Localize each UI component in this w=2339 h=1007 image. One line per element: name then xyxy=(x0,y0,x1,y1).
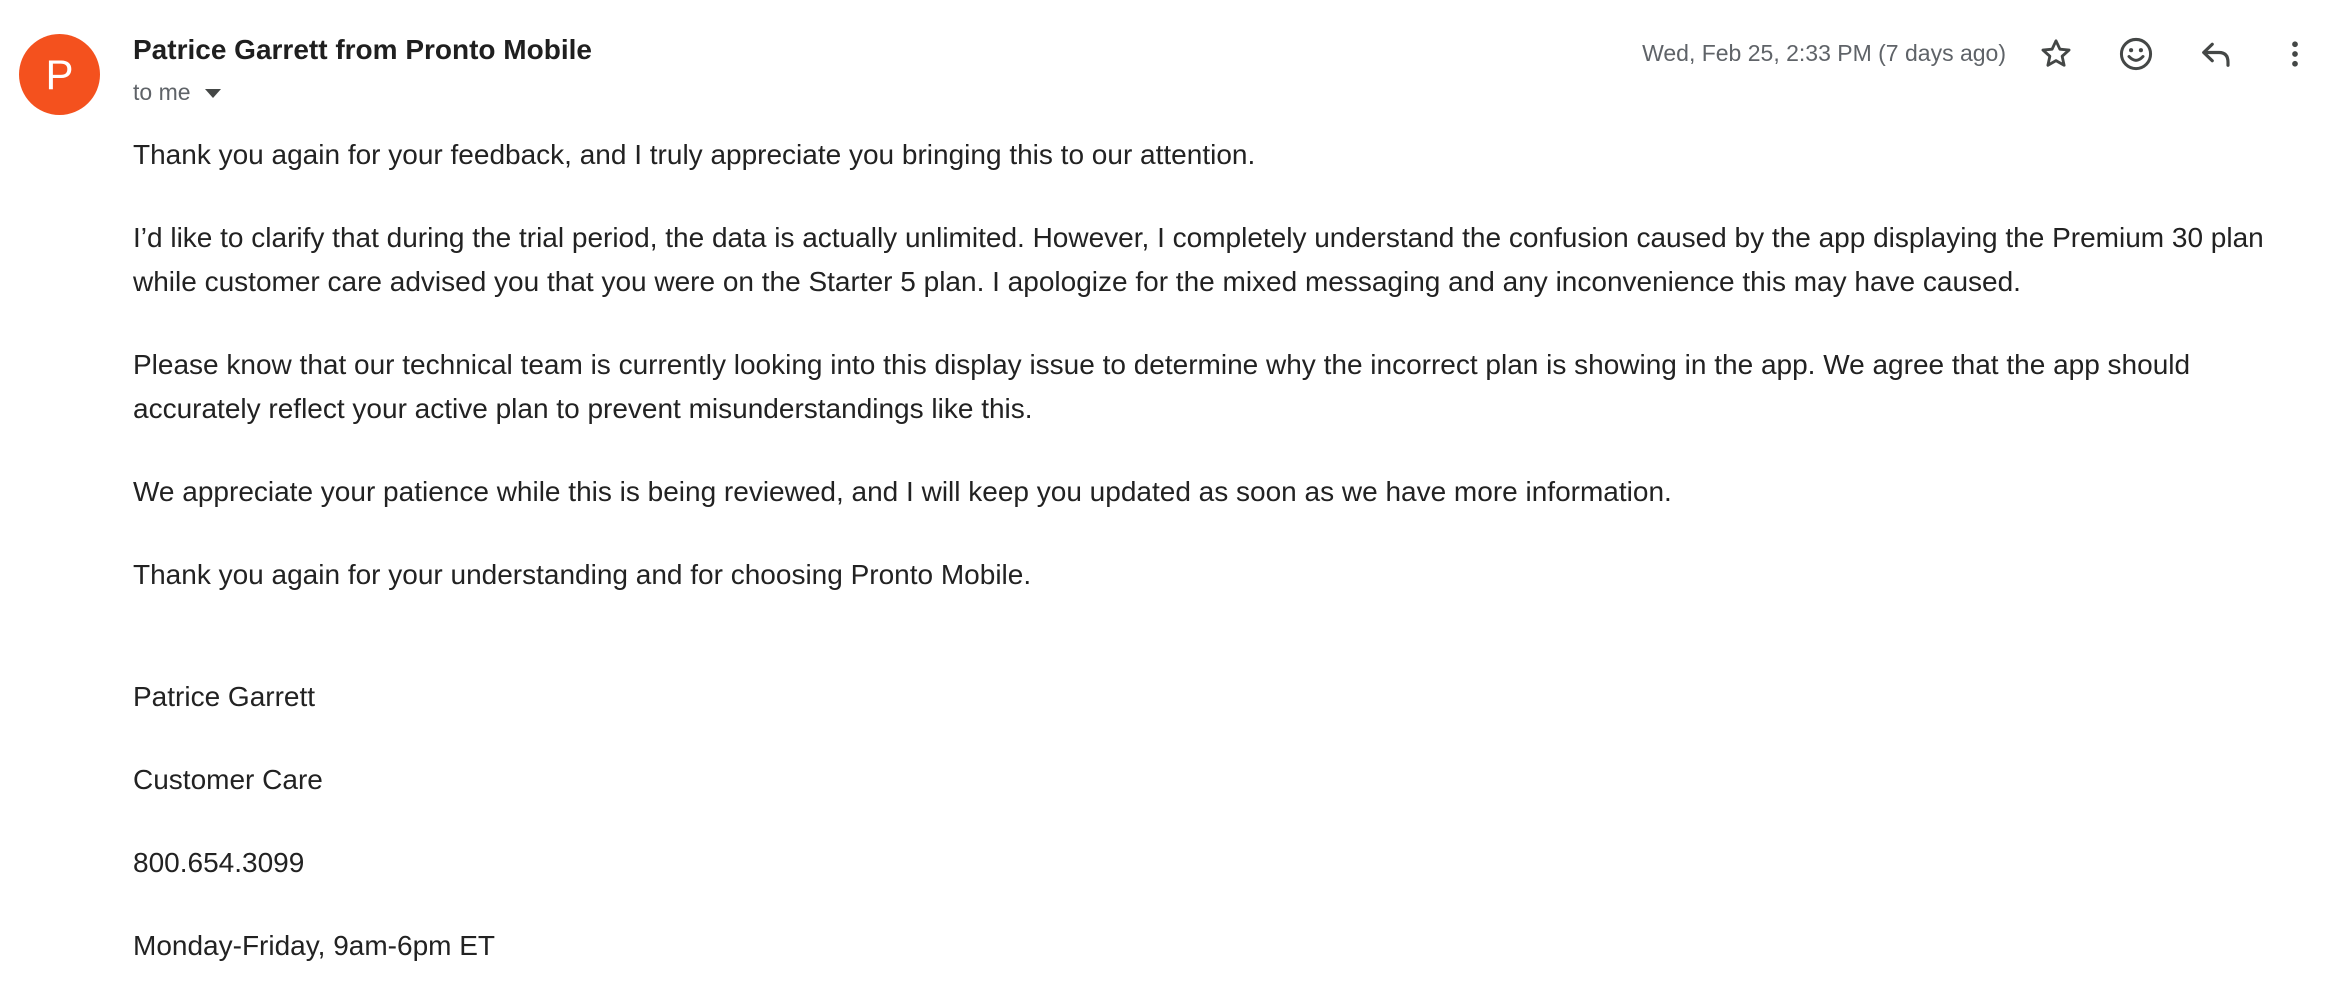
recipient-label: to me xyxy=(133,79,191,105)
body-paragraph: Thank you again for your understanding a… xyxy=(133,559,1032,590)
reply-button[interactable] xyxy=(2194,32,2238,76)
body-paragraph: I’d like to clarify that during the tria… xyxy=(133,222,2264,297)
signature-hours: Monday-Friday, 9am-6pm ET xyxy=(133,930,496,961)
avatar[interactable]: P xyxy=(19,34,100,115)
body-paragraph: Please know that our technical team is c… xyxy=(133,349,2191,424)
sender-name[interactable]: Patrice Garrett from Pronto Mobile xyxy=(133,34,592,66)
signature-name: Patrice Garrett xyxy=(133,681,316,712)
recipient-details-toggle[interactable]: to me xyxy=(133,79,221,106)
star-icon xyxy=(2041,39,2071,67)
emoji-reaction-icon xyxy=(2119,37,2153,71)
star-button[interactable] xyxy=(2034,32,2078,76)
email-signature: Patrice Garrett Customer Care 800.654.30… xyxy=(133,675,2319,968)
signature-department: Customer Care xyxy=(133,764,323,795)
signature-phone: 800.654.3099 xyxy=(133,847,305,878)
more-vert-icon xyxy=(2292,41,2298,67)
email-body: Thank you again for your feedback, and I… xyxy=(133,133,2319,1007)
caret-down-icon xyxy=(204,89,221,98)
reply-icon xyxy=(2202,42,2230,67)
body-paragraph: Thank you again for your feedback, and I… xyxy=(133,139,1256,170)
add-reaction-button[interactable] xyxy=(2114,32,2158,76)
email-timestamp: Wed, Feb 25, 2:33 PM (7 days ago) xyxy=(1642,40,2006,66)
more-options-button[interactable] xyxy=(2273,32,2317,76)
avatar-letter: P xyxy=(45,50,74,98)
body-paragraph: We appreciate your patience while this i… xyxy=(133,476,1672,507)
